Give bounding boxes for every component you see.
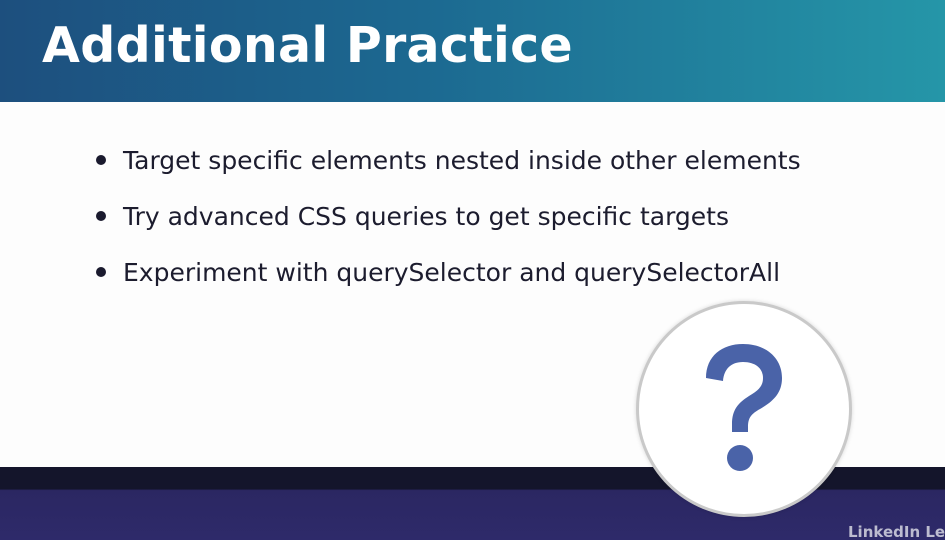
linkedin-learning-logo: LinkedIn Learning xyxy=(848,523,945,540)
bullet-list: Target specific elements nested inside o… xyxy=(96,132,801,300)
bullet-item: Try advanced CSS queries to get specific… xyxy=(96,188,801,244)
slide: Additional Practice Target specific elem… xyxy=(0,0,945,540)
bullet-text: Experiment with querySelector and queryS… xyxy=(123,257,781,287)
bullet-text: Target specific elements nested inside o… xyxy=(123,145,801,175)
bullet-text: Try advanced CSS queries to get specific… xyxy=(123,201,730,231)
bullet-item: Target specific elements nested inside o… xyxy=(96,132,801,188)
bullet-dot-icon xyxy=(96,155,106,165)
bullet-item: Experiment with querySelector and queryS… xyxy=(96,244,801,300)
bullet-dot-icon xyxy=(96,211,106,221)
slide-title: Additional Practice xyxy=(42,17,573,74)
bullet-dot-icon xyxy=(96,267,106,277)
question-mark-icon xyxy=(706,344,782,471)
title-bar: Additional Practice xyxy=(0,0,945,102)
